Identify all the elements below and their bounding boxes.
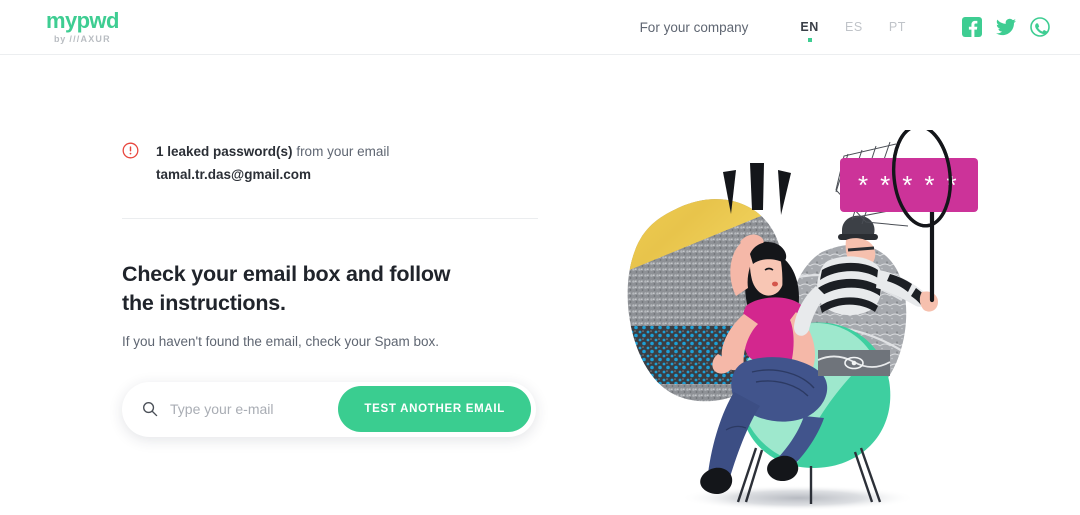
password-card: ***** xyxy=(840,158,978,212)
whatsapp-icon[interactable] xyxy=(1030,17,1050,37)
logo[interactable]: mypwd by ///AXUR xyxy=(46,10,119,44)
email-search-bar: TEST ANOTHER EMAIL xyxy=(122,381,536,437)
main-content: 1 leaked password(s) from your email tam… xyxy=(0,55,1080,511)
lang-option-es[interactable]: ES xyxy=(845,20,863,34)
twitter-icon[interactable] xyxy=(996,17,1016,37)
logo-text: mypwd xyxy=(46,8,119,33)
logo-byline: by ///AXUR xyxy=(46,35,119,44)
facebook-icon[interactable] xyxy=(962,17,982,37)
for-your-company-link[interactable]: For your company xyxy=(640,20,749,35)
header-right-group: For your company EN ES PT xyxy=(640,17,1050,37)
alert-email-value: tamal.tr.das@gmail.com xyxy=(156,167,311,183)
lang-option-pt[interactable]: PT xyxy=(889,20,906,34)
logo-byline-prefix: by xyxy=(53,34,70,44)
section-divider xyxy=(122,218,538,220)
search-icon xyxy=(143,402,158,417)
search-input[interactable] xyxy=(168,400,339,419)
eye-strip xyxy=(817,350,891,376)
leaked-password-alert: 1 leaked password(s) from your email tam… xyxy=(122,140,542,186)
test-another-email-button[interactable]: TEST ANOTHER EMAIL xyxy=(338,386,531,433)
password-theft-illustration: ***** xyxy=(590,130,1000,515)
leaked-count-text: 1 leaked password(s) xyxy=(156,144,293,159)
social-links xyxy=(962,17,1050,37)
left-column: 1 leaked password(s) from your email tam… xyxy=(122,140,542,437)
page-subtitle: If you haven't found the email, check yo… xyxy=(122,333,440,349)
lang-option-en[interactable]: EN xyxy=(800,20,819,34)
alert-circle-icon xyxy=(122,142,139,159)
logo-byline-brand: ///AXUR xyxy=(69,34,111,44)
alert-text: 1 leaked password(s) from your email tam… xyxy=(156,140,389,186)
site-header: mypwd by ///AXUR For your company EN ES … xyxy=(0,0,1080,55)
page-title: Check your email box and follow the inst… xyxy=(122,262,451,316)
language-switcher: EN ES PT xyxy=(800,20,906,34)
alert-suffix-text: from your email xyxy=(292,144,390,159)
